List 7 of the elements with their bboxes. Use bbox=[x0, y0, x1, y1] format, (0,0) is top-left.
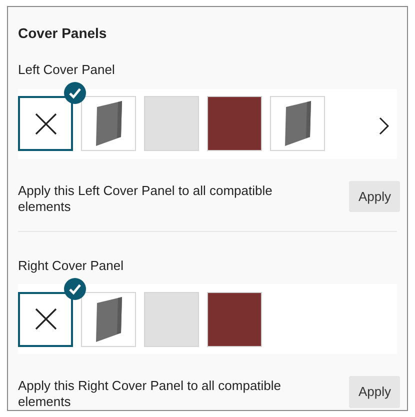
apply-description: Apply this Left Cover Panel to all compatible elements bbox=[18, 182, 274, 214]
section-label: Right Cover Panel bbox=[18, 256, 124, 275]
panel-title: Cover Panels bbox=[18, 24, 108, 43]
section-label: Left Cover Panel bbox=[18, 61, 116, 79]
apply-button[interactable]: Apply bbox=[349, 376, 400, 408]
apply-button[interactable]: Apply bbox=[349, 180, 400, 212]
apply-description: Apply this Right Cover Panel to all compatible elements bbox=[18, 378, 282, 410]
